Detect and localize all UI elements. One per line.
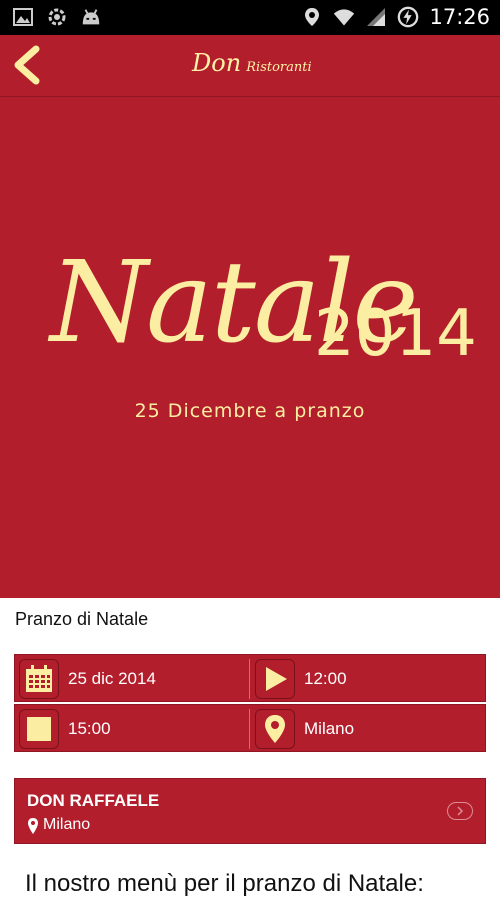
status-bar: 17:26	[0, 0, 500, 35]
calendar-icon	[19, 659, 59, 699]
brand-sub: Ristoranti	[246, 60, 312, 75]
hero-banner: Natale 2014 25 Dicembre a pranzo	[0, 97, 500, 598]
android-debug-icon	[82, 9, 100, 25]
location-icon	[305, 8, 320, 26]
cell-divider	[249, 659, 250, 699]
back-arrow-icon[interactable]	[8, 43, 48, 87]
settings-sync-icon	[48, 8, 66, 26]
wifi-icon	[334, 9, 355, 26]
chevron-right-icon[interactable]	[447, 802, 473, 820]
menu-heading: Il nostro menù per il pranzo di Natale:	[25, 870, 424, 897]
map-pin-icon	[255, 709, 295, 749]
signal-icon	[367, 8, 386, 26]
location-pin-icon	[28, 818, 38, 834]
restaurant-name: DON RAFFAELE	[27, 791, 160, 810]
battery-charging-icon	[398, 6, 419, 28]
restaurant-city: Milano	[43, 816, 91, 833]
cell-divider	[249, 709, 250, 749]
info-row-1: 25 dic 2014 12:00	[14, 654, 486, 702]
event-city: Milano	[304, 719, 355, 738]
restaurant-card[interactable]: DON RAFFAELE Milano	[14, 778, 486, 844]
brand-main: Don	[192, 49, 242, 77]
play-icon	[255, 659, 295, 699]
status-time: 17:26	[429, 5, 490, 29]
image-icon	[13, 8, 33, 26]
brand-logo: Don Ristoranti	[192, 49, 312, 77]
event-start-time: 12:00	[304, 669, 347, 688]
event-end-time: 15:00	[68, 719, 111, 738]
info-row-2: 15:00 Milano	[14, 704, 486, 752]
stop-icon	[19, 709, 59, 749]
event-title: Pranzo di Natale	[15, 609, 149, 629]
app-bar: Don Ristoranti	[0, 35, 500, 97]
hero-year: 2014	[314, 297, 477, 371]
hero-subtitle: 25 Dicembre a pranzo	[134, 400, 366, 422]
event-date: 25 dic 2014	[68, 669, 156, 688]
